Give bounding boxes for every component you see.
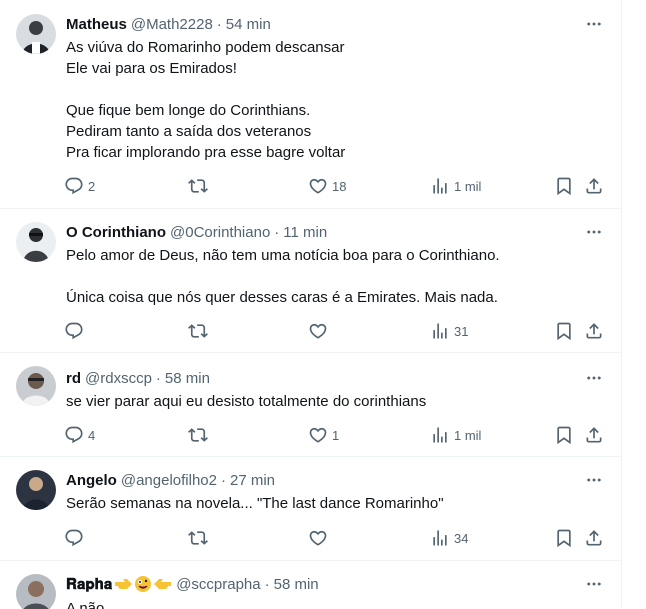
tweet-actions: 34 bbox=[60, 527, 612, 549]
tweet-text-line: As viúva do Romarinho podem descansar bbox=[66, 39, 345, 56]
view-count: 31 bbox=[454, 323, 469, 339]
bookmark-button[interactable] bbox=[554, 424, 574, 446]
display-name[interactable]: Matheus bbox=[66, 16, 127, 33]
like-button[interactable]: 18 bbox=[308, 175, 346, 197]
pointing-left-emoji-icon bbox=[154, 579, 172, 589]
like-button[interactable] bbox=[308, 527, 332, 549]
view-count: 1 mil bbox=[454, 427, 482, 443]
like-count: 1 bbox=[332, 427, 340, 443]
tweet-text-line: Única coisa que nós quer desses caras é … bbox=[66, 289, 498, 306]
user-handle[interactable]: @Math2228 bbox=[131, 16, 213, 33]
timestamp[interactable]: 58 min bbox=[165, 370, 210, 387]
display-name[interactable]: 𝐑𝐚𝐩𝐡𝐚 bbox=[66, 576, 112, 593]
bookmark-button[interactable] bbox=[554, 175, 574, 197]
tweet-text-line bbox=[66, 266, 606, 287]
more-options-icon[interactable] bbox=[582, 470, 606, 490]
tweet-text: se vier parar aqui eu desisto totalmente… bbox=[66, 391, 606, 412]
share-button[interactable] bbox=[584, 527, 604, 549]
tweet-header: 𝐑𝐚𝐩𝐡𝐚 @sccprapha · 58 min bbox=[66, 574, 606, 594]
pointing-right-emoji-icon bbox=[115, 579, 133, 589]
reply-button[interactable] bbox=[64, 320, 88, 342]
tweet-header: Angelo @angelofilho2 · 27 min bbox=[66, 470, 606, 490]
tweet[interactable]: 𝐑𝐚𝐩𝐡𝐚 @sccprapha · 58 min A não bbox=[0, 562, 622, 609]
tweet-text-line: se vier parar aqui eu desisto totalmente… bbox=[66, 393, 427, 410]
tweet-text: Serão semanas na novela... "The last dan… bbox=[66, 493, 606, 514]
tweet[interactable]: O Corinthiano @0Corinthiano · 11 min Pel… bbox=[0, 210, 621, 353]
user-handle[interactable]: @rdxsccp bbox=[85, 370, 152, 387]
display-name[interactable]: rd bbox=[66, 370, 81, 387]
user-handle[interactable]: @sccprapha bbox=[176, 576, 260, 593]
views-button[interactable]: 1 mil bbox=[430, 424, 481, 446]
separator-dot: · bbox=[274, 223, 280, 241]
reply-count: 2 bbox=[88, 178, 96, 194]
display-name[interactable]: Angelo bbox=[66, 472, 117, 489]
tweet-actions: 31 bbox=[60, 320, 612, 342]
tweet-header: O Corinthiano @0Corinthiano · 11 min bbox=[66, 222, 606, 242]
avatar[interactable] bbox=[16, 222, 56, 262]
timeline-feed: Matheus @Math2228 · 54 min As viúva do R… bbox=[0, 0, 622, 609]
retweet-button[interactable] bbox=[188, 527, 212, 549]
tweet[interactable]: Matheus @Math2228 · 54 min As viúva do R… bbox=[0, 0, 621, 209]
user-handle[interactable]: @angelofilho2 bbox=[121, 472, 217, 489]
view-count: 1 mil bbox=[454, 178, 482, 194]
more-options-icon[interactable] bbox=[582, 368, 606, 388]
avatar[interactable] bbox=[16, 14, 56, 54]
timestamp[interactable]: 27 min bbox=[230, 472, 275, 489]
separator-dot: · bbox=[264, 575, 270, 593]
share-button[interactable] bbox=[584, 320, 604, 342]
tweet-text-line: Pelo amor de Deus, não tem uma notícia b… bbox=[66, 247, 500, 264]
tweet[interactable]: Angelo @angelofilho2 · 27 min Serão sema… bbox=[0, 458, 621, 561]
reply-button[interactable] bbox=[64, 527, 88, 549]
separator-dot: · bbox=[216, 15, 222, 33]
like-button[interactable] bbox=[308, 320, 332, 342]
avatar[interactable] bbox=[16, 470, 56, 510]
retweet-button[interactable] bbox=[188, 424, 212, 446]
tweet-header: Matheus @Math2228 · 54 min bbox=[66, 14, 606, 34]
tweet-actions: 4 1 1 mil bbox=[60, 424, 612, 446]
views-button[interactable]: 34 bbox=[430, 527, 468, 549]
timestamp[interactable]: 11 min bbox=[283, 224, 327, 241]
tweet-header: rd @rdxsccp · 58 min bbox=[66, 368, 606, 388]
timestamp[interactable]: 58 min bbox=[274, 576, 319, 593]
separator-dot: · bbox=[155, 369, 161, 387]
avatar[interactable] bbox=[16, 574, 56, 609]
tweet-text-line: Serão semanas na novela... "The last dan… bbox=[66, 495, 444, 512]
view-count: 34 bbox=[454, 530, 469, 546]
more-options-icon[interactable] bbox=[582, 222, 606, 242]
retweet-button[interactable] bbox=[188, 320, 212, 342]
tweet-actions: 2 18 1 mil bbox=[60, 175, 612, 197]
more-options-icon[interactable] bbox=[582, 14, 606, 34]
reply-button[interactable]: 2 bbox=[64, 175, 95, 197]
tweet-text-line: Ele vai para os Emirados! bbox=[66, 60, 237, 77]
share-button[interactable] bbox=[584, 424, 604, 446]
tweet-text-line: Pediram tanto a saída dos veteranos bbox=[66, 123, 312, 140]
user-handle[interactable]: @0Corinthiano bbox=[170, 224, 270, 241]
like-button[interactable]: 1 bbox=[308, 424, 339, 446]
more-options-icon[interactable] bbox=[582, 574, 606, 594]
reply-button[interactable]: 4 bbox=[64, 424, 95, 446]
tweet-text: Pelo amor de Deus, não tem uma notícia b… bbox=[66, 245, 606, 308]
display-name[interactable]: O Corinthiano bbox=[66, 224, 166, 241]
tweet-text-line: Que fique bem longe do Corinthians. bbox=[66, 102, 311, 119]
bookmark-button[interactable] bbox=[554, 320, 574, 342]
separator-dot: · bbox=[220, 471, 226, 489]
tweet-text-line: A não bbox=[66, 600, 105, 609]
tweet-text-line: Pra ficar implorando pra esse bagre volt… bbox=[66, 144, 346, 161]
zany-face-emoji-icon bbox=[135, 576, 152, 592]
views-button[interactable]: 1 mil bbox=[430, 175, 481, 197]
tweet[interactable]: rd @rdxsccp · 58 min se vier parar aqui … bbox=[0, 354, 621, 457]
bookmark-button[interactable] bbox=[554, 527, 574, 549]
emoji-icons bbox=[114, 575, 172, 593]
share-button[interactable] bbox=[584, 175, 604, 197]
tweet-text-line bbox=[66, 79, 606, 100]
retweet-button[interactable] bbox=[188, 175, 212, 197]
avatar[interactable] bbox=[16, 366, 56, 406]
views-button[interactable]: 31 bbox=[430, 320, 468, 342]
timestamp[interactable]: 54 min bbox=[226, 16, 271, 33]
tweet-text: As viúva do Romarinho podem descansar El… bbox=[66, 37, 606, 163]
tweet-text: A não bbox=[66, 598, 606, 609]
like-count: 18 bbox=[332, 178, 347, 194]
reply-count: 4 bbox=[88, 427, 96, 443]
